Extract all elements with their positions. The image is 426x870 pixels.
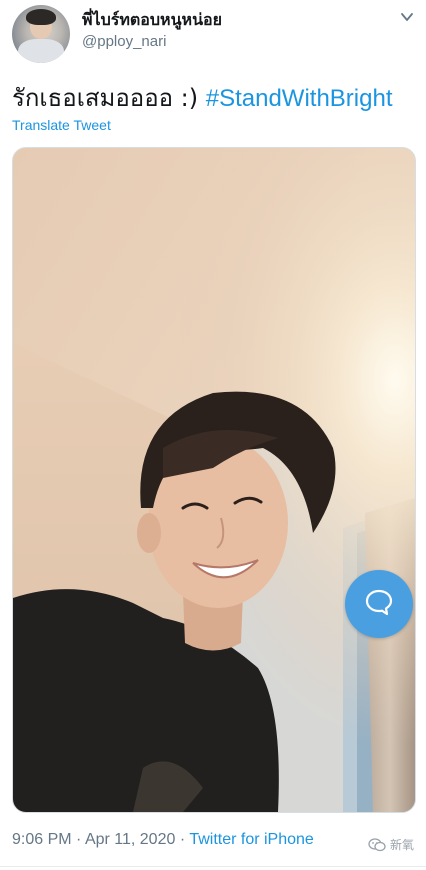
hashtag-link[interactable]: #StandWithBright: [206, 85, 393, 112]
tweet-page: พี่ไบร์ทตอบหนูหน่อย @pploy_nari รักเธอเส…: [0, 0, 426, 870]
avatar[interactable]: [12, 5, 70, 63]
tweet-source-link[interactable]: Twitter for iPhone: [189, 831, 314, 848]
avatar-shirt: [18, 39, 64, 63]
tweet-date[interactable]: Apr 11, 2020: [85, 831, 175, 848]
chevron-down-icon[interactable]: [400, 10, 414, 24]
watermark: 新氧: [368, 836, 414, 853]
watermark-text: 新氧: [389, 838, 414, 852]
tweet-text: รักเธอเสมออออ :) #StandWithBright: [12, 78, 393, 117]
tweet-body: รักเธอเสมออออ :): [12, 84, 206, 112]
tweet-photo[interactable]: [12, 147, 416, 813]
avatar-hair: [26, 9, 56, 25]
display-name[interactable]: พี่ไบร์ทตอบหนูหน่อย: [82, 8, 222, 33]
tweet-meta: 9:06 PM · Apr 11, 2020 · Twitter for iPh…: [12, 831, 314, 849]
comment-bubble-button[interactable]: [345, 570, 413, 638]
meta-separator: ·: [71, 831, 85, 848]
tweet-time[interactable]: 9:06 PM: [12, 831, 72, 848]
translate-tweet-link[interactable]: Translate Tweet: [12, 117, 111, 133]
speech-bubble-icon: [365, 589, 393, 616]
user-handle[interactable]: @pploy_nari: [82, 33, 166, 50]
meta-separator: ·: [175, 831, 190, 848]
photo-illustration: [13, 148, 415, 812]
divider: [0, 866, 426, 867]
wechat-icon: [368, 837, 386, 851]
